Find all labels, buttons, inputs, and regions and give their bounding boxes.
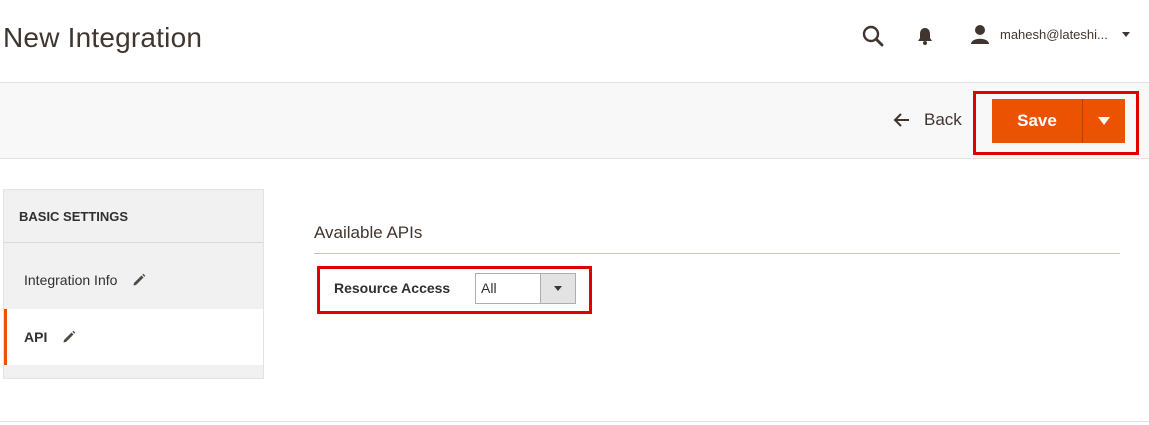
sidebar-item-api[interactable]: API (4, 309, 263, 365)
sidebar-item-integration-info[interactable]: Integration Info (4, 252, 263, 308)
sidebar-item-label: API (24, 329, 48, 345)
settings-sidebar: BASIC SETTINGS Integration Info API (3, 189, 264, 379)
back-button[interactable]: Back (893, 110, 962, 130)
resource-access-select[interactable]: All (475, 273, 576, 304)
chevron-down-icon (1098, 117, 1110, 125)
page-title: New Integration (3, 22, 203, 53)
search-button[interactable] (861, 24, 885, 48)
user-account-menu[interactable]: mahesh@lateshi... (969, 22, 1130, 46)
select-toggle[interactable] (540, 274, 575, 303)
notifications-button[interactable] (914, 25, 936, 47)
sidebar-title: BASIC SETTINGS (19, 209, 129, 224)
search-icon (862, 25, 884, 47)
chevron-down-icon (554, 286, 562, 291)
user-name: mahesh@lateshi... (1000, 26, 1108, 42)
bell-icon (918, 28, 932, 45)
user-icon (971, 25, 989, 44)
page-actions-bar: Back Save (0, 82, 1149, 159)
pencil-icon (133, 273, 146, 286)
save-options-toggle[interactable] (1083, 99, 1125, 143)
chevron-down-icon (1121, 31, 1130, 37)
save-button[interactable]: Save (992, 99, 1083, 143)
pencil-icon (63, 330, 76, 343)
arrow-left-icon (893, 113, 909, 127)
footer-divider (0, 421, 1149, 422)
sidebar-item-label: Integration Info (24, 272, 118, 288)
section-title: Available APIs (314, 223, 423, 242)
section-divider (314, 253, 1120, 254)
sidebar-divider (4, 242, 263, 243)
back-button-label: Back (924, 110, 962, 129)
resource-access-label: Resource Access (334, 280, 451, 296)
resource-access-value: All (481, 280, 497, 296)
